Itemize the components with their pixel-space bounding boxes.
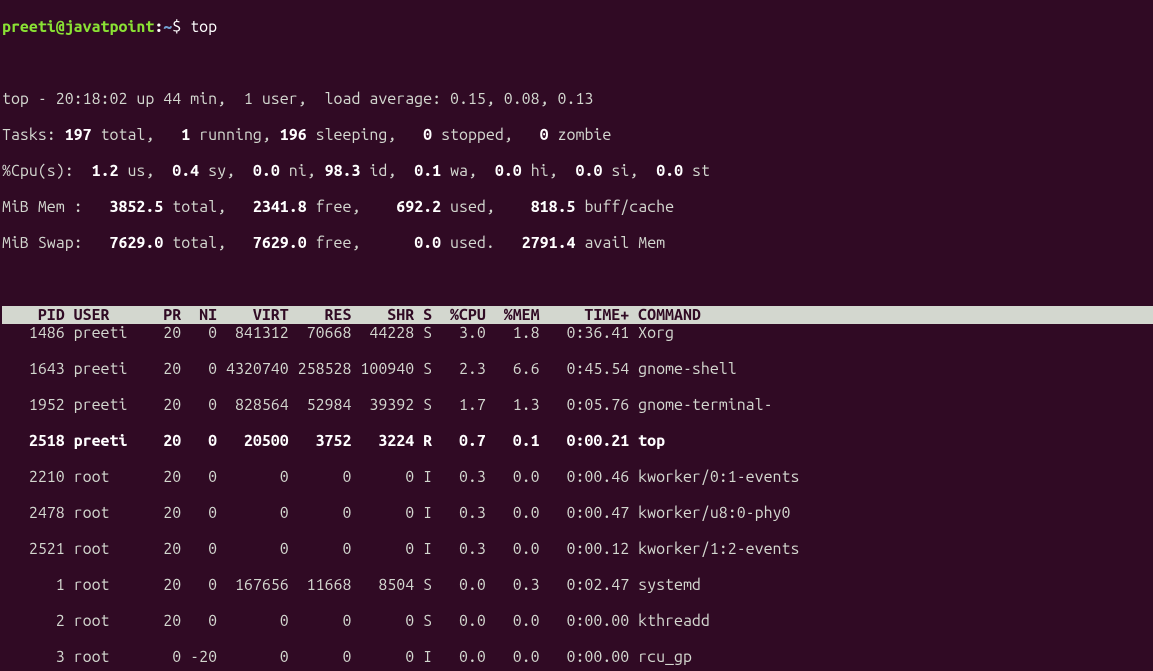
tasks-label: Tasks: [2, 126, 56, 144]
cpu-ni-n: 0.0 [253, 162, 289, 180]
summary-tasks: Tasks: 197 total, 1 running, 196 sleepin… [2, 126, 1153, 144]
process-row[interactable]: 1486 preeti 20 0 841312 70668 44228 S 3.… [2, 324, 1153, 342]
cpu-ni-t: ni, [289, 162, 325, 180]
mem-used-t: used, [450, 198, 531, 216]
cpu-sy-n: 0.4 [172, 162, 208, 180]
swap-avail-n: 2791.4 [522, 234, 585, 252]
tasks-sleep-n: 196 [280, 126, 316, 144]
tasks-total-n: 197 [56, 126, 101, 144]
process-row[interactable]: 2478 root 20 0 0 0 0 I 0.3 0.0 0:00.47 k… [2, 504, 1153, 522]
swap-used-n: 0.0 [414, 234, 450, 252]
summary-swap: MiB Swap: 7629.0 total, 7629.0 free, 0.0… [2, 234, 1153, 252]
mem-label: MiB Mem : [2, 198, 110, 216]
process-row[interactable]: 1 root 20 0 167656 11668 8504 S 0.0 0.3 … [2, 576, 1153, 594]
prompt-colon: : [154, 18, 163, 36]
cpu-hi-t: hi, [531, 162, 576, 180]
cpu-id-n: 98.3 [325, 162, 370, 180]
cpu-us-t: us, [127, 162, 172, 180]
tasks-stop-n: 0 [423, 126, 441, 144]
cpu-sy-t: sy, [208, 162, 253, 180]
swap-used-t: used. [450, 234, 522, 252]
blank-line-2 [2, 270, 1153, 288]
process-row[interactable]: 1643 preeti 20 0 4320740 258528 100940 S… [2, 360, 1153, 378]
swap-label: MiB Swap: [2, 234, 110, 252]
swap-avail-t: avail Mem [584, 234, 665, 252]
prompt-dollar: $ [172, 18, 190, 36]
mem-free-n: 2341.8 [253, 198, 316, 216]
tasks-stop-t: stopped, [441, 126, 540, 144]
tasks-run-t: running, [199, 126, 280, 144]
mem-free-t: free, [316, 198, 397, 216]
tasks-sleep-t: sleeping, [316, 126, 424, 144]
prompt-user-host: preeti@javatpoint [2, 18, 154, 36]
process-row[interactable]: 2210 root 20 0 0 0 0 I 0.3 0.0 0:00.46 k… [2, 468, 1153, 486]
process-row-current[interactable]: 2518 preeti 20 0 20500 3752 3224 R 0.7 0… [2, 432, 1153, 450]
blank-line [2, 54, 1153, 72]
cpu-wa-n: 0.1 [414, 162, 450, 180]
summary-uptime: top - 20:18:02 up 44 min, 1 user, load a… [2, 90, 1153, 108]
mem-buff-n: 818.5 [531, 198, 585, 216]
cpu-id-t: id, [369, 162, 414, 180]
tasks-zom-n: 0 [540, 126, 558, 144]
swap-total-n: 7629.0 [110, 234, 173, 252]
process-table-header[interactable]: PID USER PR NI VIRT RES SHR S %CPU %MEM … [2, 306, 1153, 324]
cpu-label: %Cpu(s): [2, 162, 92, 180]
mem-buff-t: buff/cache [584, 198, 674, 216]
tasks-zom-t: zombie [558, 126, 612, 144]
summary-mem: MiB Mem : 3852.5 total, 2341.8 free, 692… [2, 198, 1153, 216]
prompt-line: preeti@javatpoint:~$ top [2, 18, 1153, 36]
mem-used-n: 692.2 [396, 198, 450, 216]
mem-total-n: 3852.5 [110, 198, 173, 216]
process-row[interactable]: 2 root 20 0 0 0 0 S 0.0 0.0 0:00.00 kthr… [2, 612, 1153, 630]
process-row[interactable]: 2521 root 20 0 0 0 0 I 0.3 0.0 0:00.12 k… [2, 540, 1153, 558]
terminal-window[interactable]: preeti@javatpoint:~$ top top - 20:18:02 … [0, 0, 1153, 671]
prompt-path: ~ [163, 18, 172, 36]
typed-command: top [190, 18, 217, 36]
swap-free-t: free, [316, 234, 415, 252]
cpu-us-n: 1.2 [92, 162, 128, 180]
cpu-si-t: si, [611, 162, 656, 180]
process-row[interactable]: 3 root 0 -20 0 0 0 I 0.0 0.0 0:00.00 rcu… [2, 648, 1153, 666]
mem-total-t: total, [172, 198, 253, 216]
swap-total-t: total, [172, 234, 253, 252]
tasks-total-t: total, [101, 126, 182, 144]
cpu-hi-n: 0.0 [495, 162, 531, 180]
cpu-st-t: st [692, 162, 710, 180]
cpu-wa-t: wa, [450, 162, 495, 180]
process-row[interactable]: 1952 preeti 20 0 828564 52984 39392 S 1.… [2, 396, 1153, 414]
cpu-st-n: 0.0 [656, 162, 692, 180]
cpu-si-n: 0.0 [576, 162, 612, 180]
tasks-run-n: 1 [181, 126, 199, 144]
summary-cpu: %Cpu(s): 1.2 us, 0.4 sy, 0.0 ni, 98.3 id… [2, 162, 1153, 180]
swap-free-n: 7629.0 [253, 234, 316, 252]
